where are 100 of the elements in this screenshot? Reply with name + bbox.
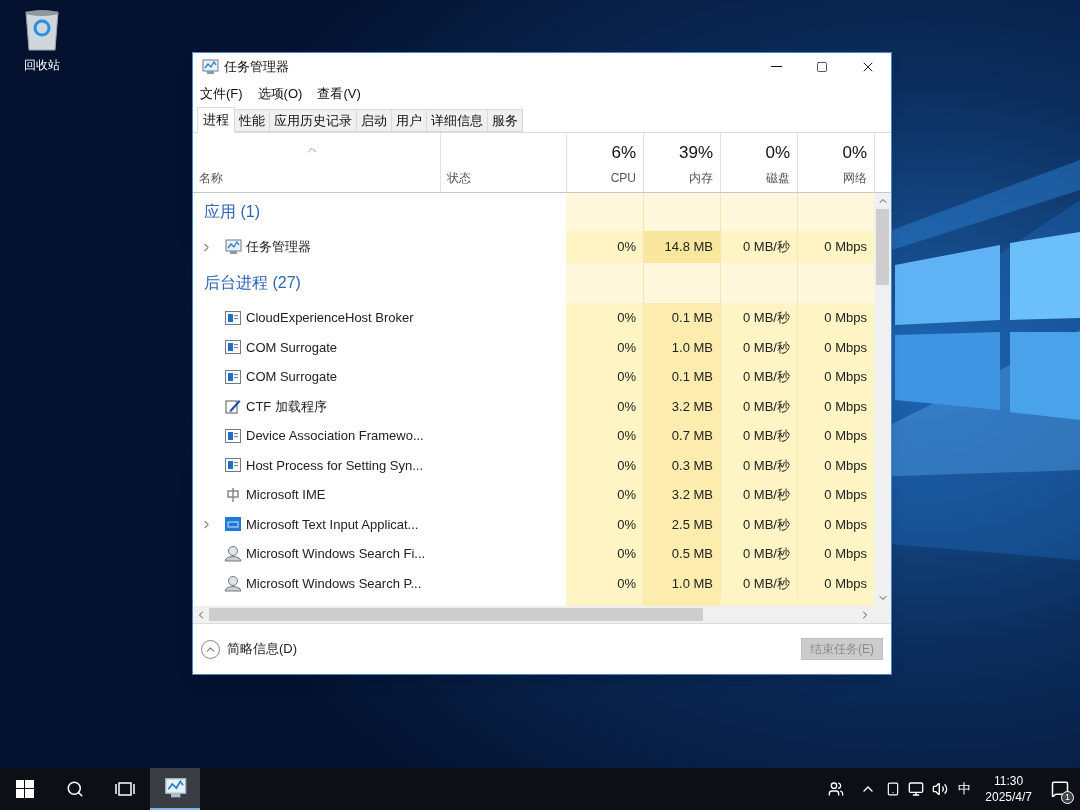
table-cell: 0 Mbps	[797, 568, 874, 598]
people-icon[interactable]	[828, 781, 845, 797]
table-cell: 0 MB/秒	[720, 362, 797, 392]
notification-badge: 1	[1061, 791, 1074, 804]
table-cell: 0%	[566, 303, 643, 333]
process-name: Host Process for Setting Syn...	[246, 456, 424, 475]
network-icon[interactable]	[908, 781, 925, 797]
process-name: Microsoft Windows Search Fi...	[246, 545, 426, 563]
tab[interactable]: 性能	[235, 109, 270, 132]
table-cell: 0 MB/秒	[720, 391, 797, 421]
table-cell: 0%	[566, 391, 643, 421]
window-icon	[225, 428, 241, 443]
keyboard-icon	[225, 516, 241, 533]
process-name: Microsoft Text Input Applicat...	[246, 515, 419, 534]
process-name: COM Surrogate	[246, 368, 338, 386]
clock-date[interactable]: 2025/4/7	[985, 789, 1032, 805]
menu-item[interactable]: 选项(O)	[252, 84, 308, 104]
column-header[interactable]: 网络	[843, 169, 867, 187]
tablet-icon[interactable]	[886, 782, 901, 796]
tab[interactable]: 用户	[392, 109, 427, 132]
table-cell: 3.2 MB	[643, 391, 720, 421]
process-name: Device Association Framewo...	[246, 427, 424, 445]
menu-item[interactable]: 查看(V)	[312, 84, 366, 104]
table-cell: 2.5 MB	[643, 509, 720, 539]
clock-time[interactable]: 11:30	[994, 773, 1024, 789]
process-name: CTF 加载程序	[246, 397, 327, 416]
maximize-icon	[816, 61, 828, 73]
windows-logo-icon	[16, 780, 34, 798]
window-icon	[225, 369, 241, 384]
notifications-button[interactable]: 1	[1040, 768, 1080, 810]
menu-item[interactable]: 文件(F)	[195, 84, 248, 104]
table-cell: 1.0 MB	[643, 568, 720, 598]
column-usage: 39%	[678, 141, 713, 164]
tab[interactable]: 进程	[197, 107, 235, 133]
table-cell: 0 MB/秒	[720, 421, 797, 451]
table-cell: 0.3 MB	[643, 450, 720, 480]
tab[interactable]: 详细信息	[427, 109, 488, 132]
taskbar-app-button[interactable]	[150, 768, 200, 810]
monitor-graph-icon	[201, 59, 219, 75]
volume-icon[interactable]	[932, 781, 949, 797]
monitor-graph-icon	[163, 777, 187, 799]
table-cell: 0 MB/秒	[720, 568, 797, 598]
table-cell: 0 MB/秒	[720, 450, 797, 480]
table-cell: 0 Mbps	[797, 362, 874, 392]
process-name: 任务管理器	[246, 238, 311, 257]
column-usage: 0%	[765, 141, 790, 164]
table-cell: 0%	[566, 231, 643, 263]
table-cell: 0%	[566, 509, 643, 539]
table-cell: 0%	[566, 568, 643, 598]
column-header[interactable]: CPU	[610, 169, 636, 187]
task-view-icon	[115, 781, 135, 797]
notifications-icon	[1051, 780, 1069, 798]
process-name: CloudExperienceHost Broker	[246, 309, 414, 327]
user-icon	[224, 574, 242, 592]
table-cell: 0 Mbps	[797, 480, 874, 510]
table-cell: 0%	[566, 362, 643, 392]
window-icon	[225, 340, 241, 355]
column-header[interactable]: 磁盘	[766, 169, 790, 187]
ime-indicator[interactable]: 中	[958, 779, 972, 799]
vertical-scrollbar[interactable]	[874, 193, 891, 606]
monitor-graph-icon	[224, 239, 242, 255]
ime-character-icon	[225, 486, 241, 503]
column-header[interactable]: 名称	[199, 169, 440, 187]
table-cell: 0%	[566, 480, 643, 510]
tab[interactable]: 应用历史记录	[270, 109, 357, 132]
horizontal-scrollbar[interactable]	[193, 606, 891, 623]
column-header[interactable]: 状态	[447, 169, 566, 187]
column-usage: 0%	[842, 141, 867, 164]
table-cell: 0 Mbps	[797, 539, 874, 569]
table-cell: 0 Mbps	[797, 450, 874, 480]
minimize-icon	[770, 66, 782, 68]
process-name: COM Surrogate	[246, 338, 338, 357]
process-name: Microsoft Windows Search P...	[246, 574, 422, 593]
pen-on-paper-icon	[225, 398, 241, 415]
window-icon	[225, 458, 241, 473]
table-cell: 0%	[566, 450, 643, 480]
table-cell: 0 MB/秒	[720, 509, 797, 539]
tab[interactable]: 服务	[488, 109, 523, 132]
table-cell: 0 Mbps	[797, 421, 874, 451]
fewer-details-button[interactable]: 简略信息(D)	[201, 639, 298, 659]
window-title: 任务管理器	[224, 58, 289, 77]
table-cell: 0%	[566, 332, 643, 362]
tab[interactable]: 启动	[357, 109, 392, 132]
table-cell: 0 Mbps	[797, 231, 874, 263]
scrollbar-thumb[interactable]	[209, 608, 703, 621]
table-cell: 0 MB/秒	[720, 480, 797, 510]
recycle-bin-icon[interactable]	[22, 8, 62, 52]
table-cell: 0 MB/秒	[720, 332, 797, 362]
table-cell: 0 MB/秒	[720, 539, 797, 569]
table-cell: 0 Mbps	[797, 303, 874, 333]
table-cell: 0 Mbps	[797, 391, 874, 421]
group-header: 后台进程 (27)	[204, 273, 301, 293]
table-cell: 0.1 MB	[643, 362, 720, 392]
table-cell: 3.2 MB	[643, 480, 720, 510]
group-header: 应用 (1)	[204, 202, 260, 222]
column-header[interactable]: 内存	[689, 169, 713, 187]
table-cell: 0.1 MB	[643, 303, 720, 333]
column-usage: 6%	[611, 141, 636, 164]
scrollbar-thumb[interactable]	[876, 209, 889, 285]
user-icon	[224, 545, 242, 563]
